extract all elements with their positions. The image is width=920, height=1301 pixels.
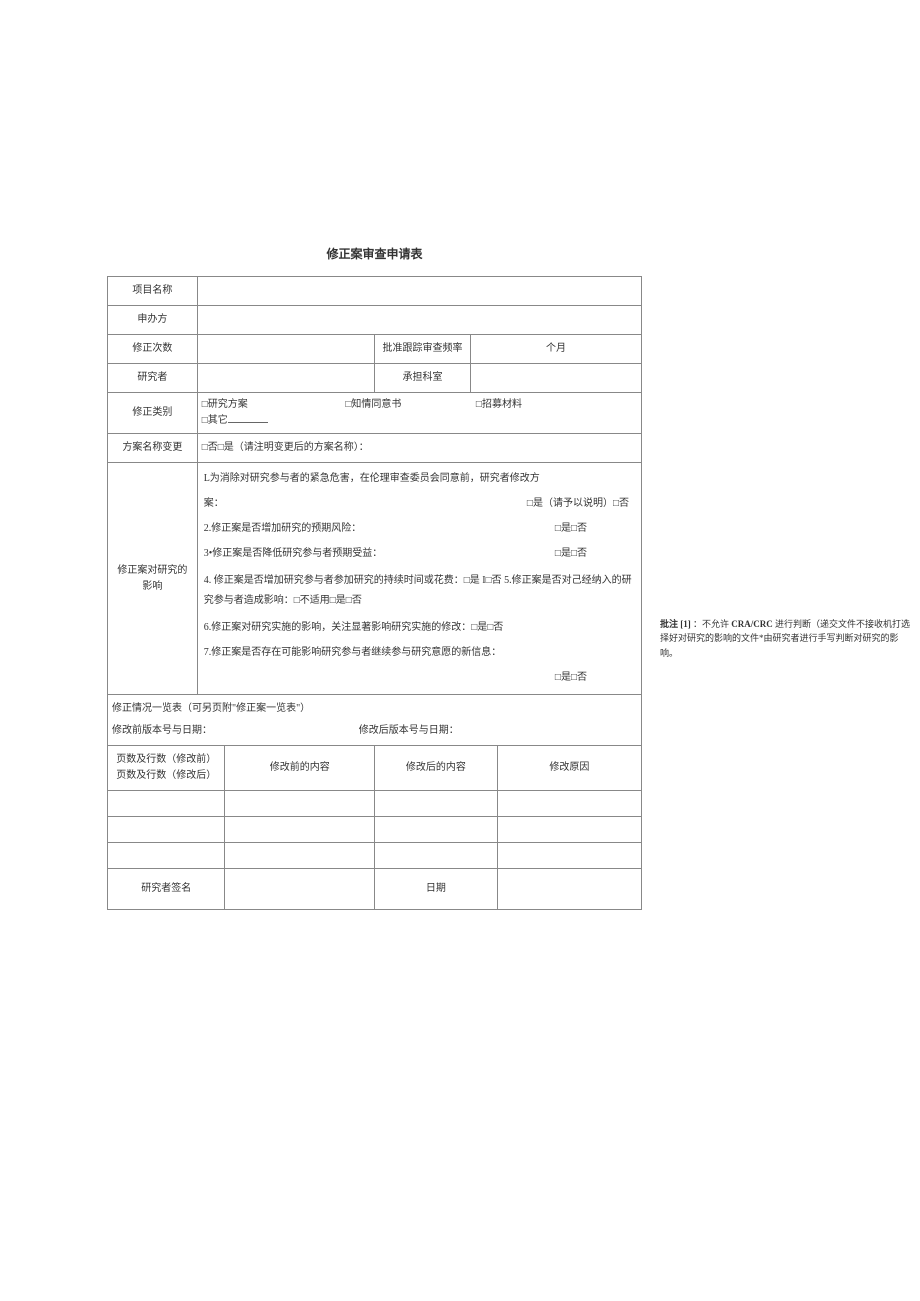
table-row[interactable]: [108, 843, 225, 869]
impact-q1b: 案：: [204, 498, 224, 509]
category-cell[interactable]: □研究方案 □知情同意书 □招募材料 □其它: [197, 393, 641, 434]
table-row[interactable]: [497, 791, 641, 817]
impact-q1-row: 案： □是（请予以说明）□否: [204, 496, 635, 512]
sign-label: 研究者签名: [108, 869, 225, 910]
amend-count-value[interactable]: [197, 335, 374, 364]
annotation-note: 批注 [1] ：不允许 CRA/CRC 进行判断（递交文件不接收机打选择好对研究…: [660, 617, 915, 660]
impact-q7-opts[interactable]: □是□否: [204, 670, 635, 686]
impact-label: 修正案对研究的 影响: [108, 463, 198, 695]
note-colon: ：: [693, 619, 702, 629]
impact-q45[interactable]: 4. 修正案是否增加研究参与者参加研究的持续时间或花费：□是 I□否 5.修正案…: [204, 571, 635, 611]
impact-q3: 3•修正案是否降低研究参与者预期受益：: [204, 548, 383, 559]
project-name-value[interactable]: [197, 277, 641, 306]
hdr-pages: 页数及行数（修改前） 页数及行数（修改后）: [108, 746, 225, 791]
sponsor-value[interactable]: [197, 306, 641, 335]
before-ver-label: 修改前版本号与日期：: [112, 723, 359, 739]
impact-q1a: L为消除对研究参与者的紧急危害，在伦理审查委员会同意前，研究者修改方: [204, 471, 635, 487]
impact-q3-row: 3•修正案是否降低研究参与者预期受益： □是□否: [204, 546, 635, 562]
table-row[interactable]: [225, 817, 375, 843]
table-row[interactable]: [374, 843, 497, 869]
list-title: 修正情况一览表（可另页附"修正案一览表"）: [112, 701, 637, 717]
hdr-content-after: 修改后的内容: [374, 746, 497, 791]
impact-label-line2: 影响: [142, 581, 162, 592]
impact-q2-opts[interactable]: □是□否: [555, 521, 635, 537]
sign-value[interactable]: [225, 869, 375, 910]
amend-count-label: 修正次数: [108, 335, 198, 364]
cat-research-plan[interactable]: □研究方案: [202, 397, 346, 413]
researcher-label: 研究者: [108, 364, 198, 393]
form-container: 修正案审查申请表 项目名称 申办方 修正次数 批准跟踪审查频率 个月 研究者: [107, 245, 642, 910]
dept-label: 承担科室: [374, 364, 470, 393]
table-row[interactable]: [225, 791, 375, 817]
impact-q1-opts[interactable]: □是（请予以说明）□否: [527, 496, 635, 512]
impact-q3-opts[interactable]: □是□否: [555, 546, 635, 562]
hdr-pages-before: 页数及行数（修改前）: [116, 754, 216, 765]
sponsor-label: 申办方: [108, 306, 198, 335]
cat-recruit-material[interactable]: □招募材料: [476, 397, 522, 413]
table-row[interactable]: [497, 843, 641, 869]
impact-q6[interactable]: 6.修正案对研究实施的影响，关注显著影响研究实施的修改：□是□否: [204, 620, 635, 636]
cat-informed-consent[interactable]: □知情同意书: [345, 397, 476, 413]
name-change-value[interactable]: □否□是（请注明变更后的方案名称）：: [197, 434, 641, 463]
dept-value[interactable]: [471, 364, 642, 393]
after-ver-label: 修改后版本号与日期：: [359, 723, 459, 739]
table-row[interactable]: [108, 791, 225, 817]
cat-other[interactable]: □其它: [202, 415, 228, 426]
project-name-label: 项目名称: [108, 277, 198, 306]
form-title: 修正案审查申请表: [107, 245, 642, 262]
cat-other-blank[interactable]: [228, 414, 268, 423]
impact-q2: 2.修正案是否增加研究的预期风险：: [204, 523, 362, 534]
tracking-freq-label: 批准跟踪审查频率: [374, 335, 470, 364]
category-label: 修正类别: [108, 393, 198, 434]
hdr-content-before: 修改前的内容: [225, 746, 375, 791]
date-label: 日期: [374, 869, 497, 910]
note-bold2: CRA/CRC: [731, 619, 773, 629]
note-prefix: 批注 [1]: [660, 619, 693, 629]
impact-cell: L为消除对研究参与者的紧急危害，在伦理审查委员会同意前，研究者修改方 案： □是…: [197, 463, 641, 695]
table-row[interactable]: [225, 843, 375, 869]
main-table: 项目名称 申办方 修正次数 批准跟踪审查频率 个月 研究者 承担科室 修正类别 …: [107, 276, 642, 910]
table-row[interactable]: [374, 817, 497, 843]
impact-q7: 7.修正案是否存在可能影响研究参与者继续参与研究意愿的新信息：: [204, 645, 635, 661]
table-row[interactable]: [108, 817, 225, 843]
note-text1: 不允许: [702, 619, 731, 629]
name-change-label: 方案名称变更: [108, 434, 198, 463]
hdr-reason: 修改原因: [497, 746, 641, 791]
impact-label-line1: 修正案对研究的: [117, 565, 187, 576]
table-row[interactable]: [497, 817, 641, 843]
table-row[interactable]: [374, 791, 497, 817]
tracking-freq-value[interactable]: 个月: [471, 335, 642, 364]
date-value[interactable]: [497, 869, 641, 910]
researcher-value[interactable]: [197, 364, 374, 393]
overview-cell: 修正情况一览表（可另页附"修正案一览表"） 修改前版本号与日期： 修改后版本号与…: [108, 695, 642, 746]
hdr-pages-after: 页数及行数（修改后）: [116, 770, 216, 781]
impact-q2-row: 2.修正案是否增加研究的预期风险： □是□否: [204, 521, 635, 537]
